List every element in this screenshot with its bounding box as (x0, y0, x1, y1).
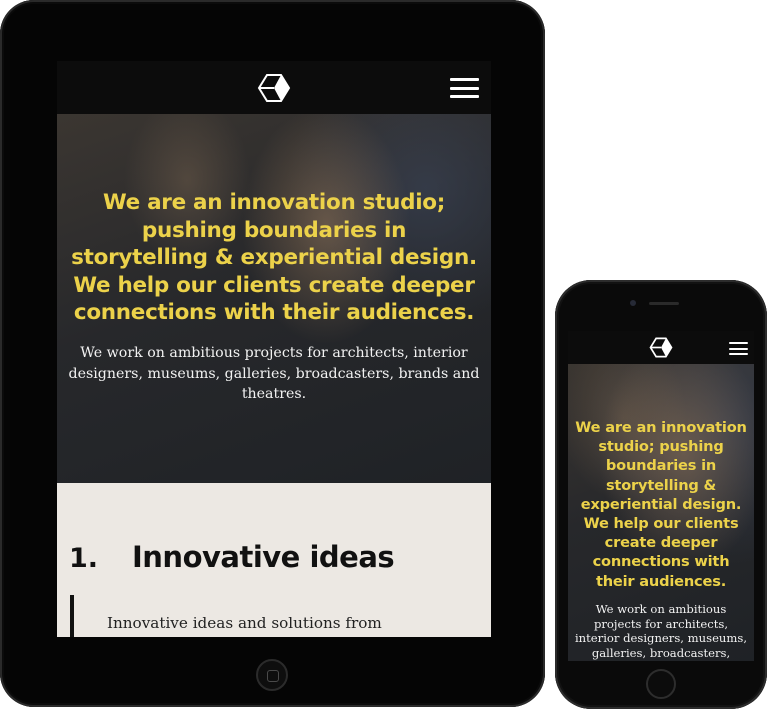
phone-screen: We are an innovation studio; pushing bou… (568, 331, 754, 661)
phone-hero-section: We are an innovation studio; pushing bou… (568, 364, 754, 661)
hero-title: We are an innovation studio; pushing bou… (575, 419, 747, 590)
hero-subtitle: We work on ambitious projects for archit… (68, 345, 480, 402)
cube-logo-icon[interactable] (257, 73, 291, 103)
feature-section: 1. Innovative ideas Innovative ideas and… (57, 483, 491, 637)
hero-subtitle: We work on ambitious projects for archit… (574, 602, 748, 661)
hero-title: We are an innovation studio; pushing bou… (71, 190, 477, 325)
menu-line (729, 353, 748, 355)
hamburger-menu-icon[interactable] (729, 342, 748, 355)
speaker-grille (649, 302, 679, 305)
menu-line (450, 86, 479, 90)
home-button-icon[interactable] (256, 659, 288, 691)
phone-navbar (568, 331, 754, 364)
home-button-icon[interactable] (646, 669, 676, 699)
tablet-device-frame: We are an innovation studio; pushing bou… (0, 0, 545, 707)
feature-text: Innovative ideas and solutions from crea… (107, 614, 382, 637)
tablet-screen: We are an innovation studio; pushing bou… (57, 61, 491, 637)
tablet-navbar (57, 61, 491, 114)
home-button-square (267, 670, 279, 682)
menu-line (450, 78, 479, 81)
phone-device-frame: We are an innovation studio; pushing bou… (555, 280, 767, 709)
tablet-hero-section: We are an innovation studio; pushing bou… (57, 114, 491, 483)
feature-accent-bar (70, 595, 74, 637)
menu-line (729, 347, 748, 350)
camera-icon (630, 300, 636, 306)
hamburger-menu-icon[interactable] (450, 78, 479, 98)
menu-line (729, 342, 748, 344)
cube-logo-icon[interactable] (649, 337, 673, 358)
feature-number: 1. (69, 543, 99, 574)
feature-title: Innovative ideas (132, 540, 395, 574)
menu-line (450, 95, 479, 98)
